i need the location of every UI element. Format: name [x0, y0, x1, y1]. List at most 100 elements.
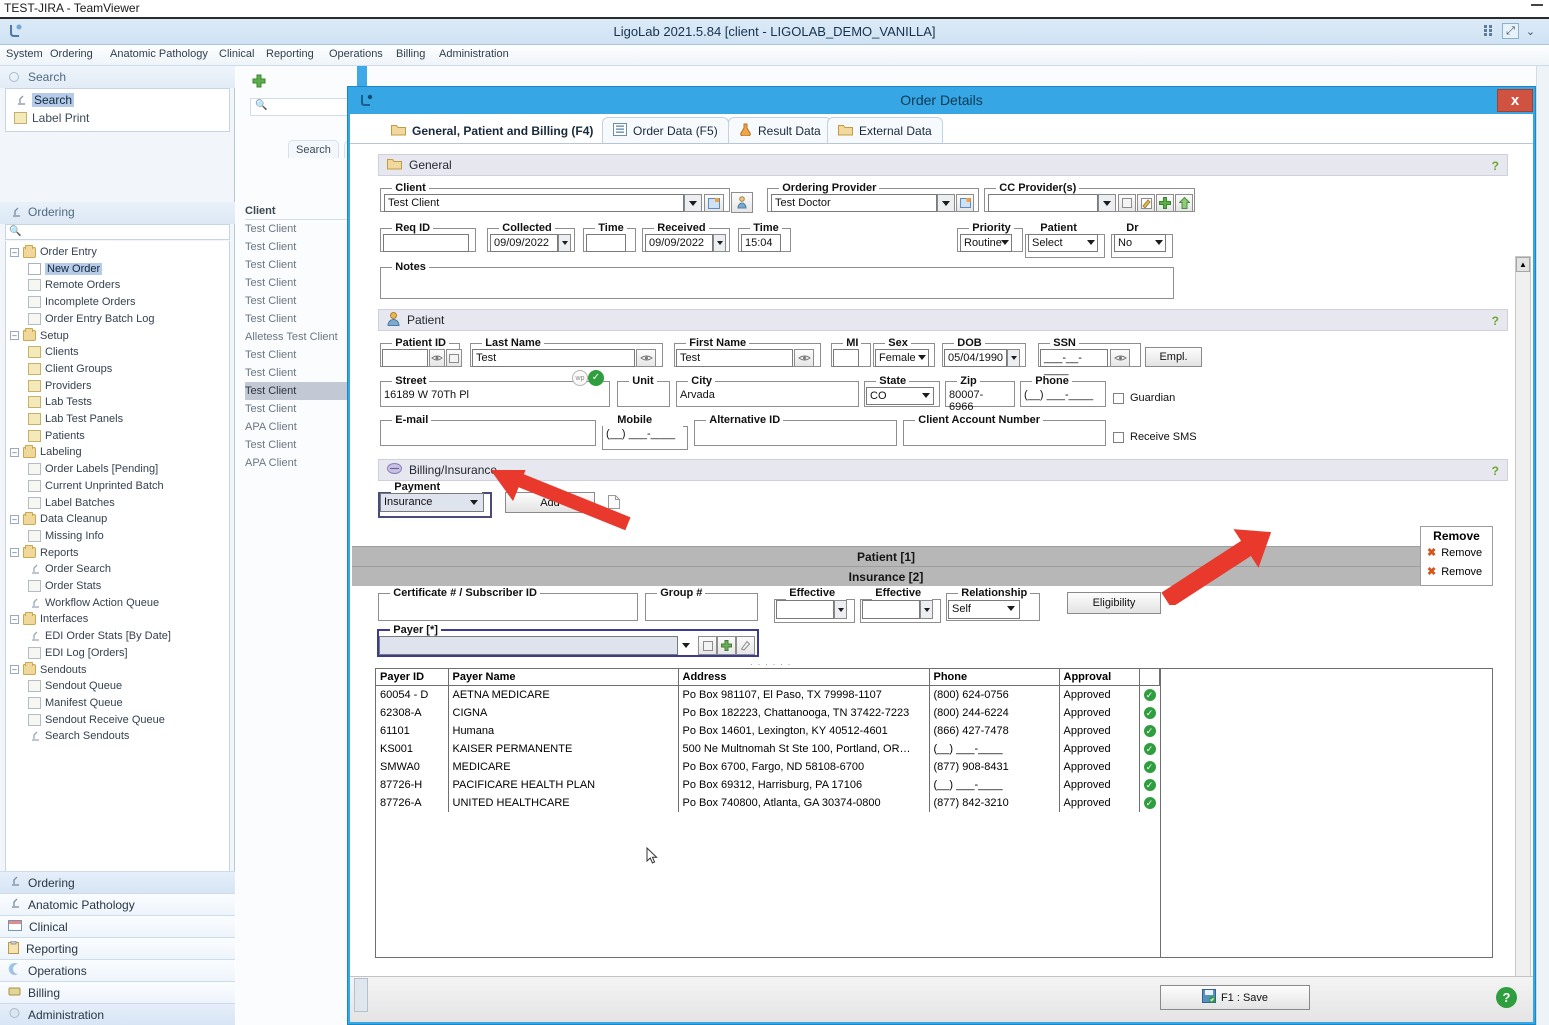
last-name-mask-icon[interactable] — [636, 349, 656, 367]
tree-item-interfaces[interactable]: – Interfaces — [10, 611, 88, 625]
ordering-provider-input[interactable]: Test Doctor — [771, 194, 937, 212]
sex-dropdown-arrow[interactable] — [918, 355, 926, 360]
add-button[interactable]: Add — [505, 492, 595, 513]
client-row[interactable]: Test Client — [245, 310, 353, 328]
payer-select[interactable] — [379, 636, 678, 655]
priority-dropdown-arrow[interactable] — [1001, 240, 1009, 245]
payer-column-header[interactable]: Address — [678, 669, 930, 686]
help-marker[interactable]: ? — [1492, 159, 1499, 173]
client-row[interactable]: Test Client — [245, 364, 353, 382]
restore-icon[interactable]: ⤢ — [1502, 23, 1519, 39]
patient-id-lookup-icon[interactable] — [446, 349, 462, 367]
expand-toggle-icon[interactable]: – — [10, 331, 19, 340]
menu-ordering[interactable]: Ordering — [50, 48, 93, 60]
tab-result-data[interactable]: Result Data — [728, 117, 832, 143]
tree-item-new-order[interactable]: New Order — [28, 262, 103, 275]
first-name-input[interactable]: Test — [676, 349, 793, 367]
client-row[interactable]: Test Client — [245, 292, 353, 310]
menu-billing[interactable]: Billing — [396, 48, 425, 60]
tree-item-edi-log-orders[interactable]: EDI Log [Orders] — [28, 646, 128, 659]
scroll-up-arrow[interactable]: ▲ — [1516, 257, 1530, 272]
help-marker[interactable]: ? — [1492, 464, 1499, 478]
tree-item-setup[interactable]: – Setup — [10, 328, 69, 342]
payer-copy-icon[interactable] — [698, 636, 717, 655]
guardian-checkbox[interactable] — [1113, 393, 1124, 404]
group-number-input[interactable] — [646, 600, 752, 619]
tree-item-lab-test-panels[interactable]: Lab Test Panels — [28, 413, 123, 425]
client-row[interactable]: Test Client — [245, 382, 353, 400]
client-input[interactable]: Test Client — [384, 194, 684, 212]
ordering-provider-dropdown-arrow[interactable] — [937, 194, 955, 212]
client-row[interactable]: Test Client — [245, 436, 353, 454]
relationship-dropdown-arrow[interactable] — [1007, 606, 1015, 611]
alternative-id-input[interactable] — [695, 426, 891, 444]
collected-date-input[interactable]: 09/09/2022 — [490, 234, 558, 252]
payer-column-header[interactable]: Phone — [929, 669, 1060, 686]
tab-general-patient-billing[interactable]: General, Patient and Billing (F4) — [380, 117, 605, 143]
expand-toggle-icon[interactable]: – — [10, 548, 19, 558]
tree-item-edi-order-stats-by-date[interactable]: EDI Order Stats [By Date] — [28, 630, 171, 642]
cc-copy-icon[interactable] — [1118, 194, 1136, 212]
module-ordering[interactable]: Ordering — [0, 871, 235, 893]
client-row[interactable]: Test Client — [245, 256, 353, 274]
received-time-input[interactable]: 15:04 — [741, 234, 781, 252]
tree-item-reports[interactable]: – Reports — [10, 545, 79, 559]
help-marker[interactable]: ? — [1492, 314, 1499, 328]
last-name-input[interactable]: Test — [472, 349, 635, 367]
payer-table-row[interactable]: 87726-A UNITED HEALTHCARE Po Box 740800, A… — [376, 793, 1160, 812]
effective-from-input[interactable] — [776, 600, 834, 619]
dob-dropdown-arrow[interactable] — [1007, 349, 1020, 367]
billing-row-insurance[interactable]: Insurance [2] — [352, 566, 1420, 586]
city-input[interactable]: Arvada — [677, 387, 853, 405]
tree-item-search-sendouts[interactable]: Search Sendouts — [28, 730, 129, 742]
cc-edit-icon[interactable] — [1137, 194, 1155, 212]
phone-input[interactable]: (__) ___-____ — [1021, 387, 1101, 405]
effective-to-dropdown-arrow[interactable] — [920, 600, 933, 619]
payer-dropdown-arrow[interactable] — [682, 643, 690, 648]
mobile-phone-input[interactable]: (__) ___-____ — [603, 426, 683, 444]
tree-item-order-labels-pending[interactable]: Order Labels [Pending] — [28, 463, 158, 476]
expand-toggle-icon[interactable]: – — [10, 665, 19, 674]
tree-item-remote-orders[interactable]: Remote Orders — [28, 279, 120, 292]
tree-item-sendout-queue[interactable]: Sendout Queue — [28, 680, 122, 693]
client-dropdown-arrow[interactable] — [684, 194, 702, 212]
tree-item-sendout-receive-queue[interactable]: Sendout Receive Queue — [28, 713, 165, 726]
ssn-input[interactable]: ___-__-____ — [1040, 349, 1108, 376]
nav-item-search[interactable]: Search — [14, 93, 75, 107]
certificate-input[interactable] — [379, 600, 632, 619]
module-anatomic-pathology[interactable]: Anatomic Pathology — [0, 893, 235, 915]
payer-table-row[interactable]: 87726-H PACIFICARE HEALTH PLAN Po Box 6931… — [376, 775, 1160, 794]
payer-table-row[interactable]: 62308-A CIGNA Po Box 182223, Chattanooga, … — [376, 703, 1160, 722]
grid-icon[interactable] — [1482, 23, 1499, 39]
menu-reporting[interactable]: Reporting — [266, 48, 314, 60]
tree-item-order-entry[interactable]: – Order Entry — [10, 244, 97, 258]
tree-item-order-search[interactable]: Order Search — [28, 563, 111, 575]
payer-table-row[interactable]: SMWA0 MEDICARE Po Box 6700, Fargo, ND 5810… — [376, 757, 1160, 776]
tree-item-missing-info[interactable]: Missing Info — [28, 529, 104, 542]
help-icon[interactable]: ? — [1496, 987, 1517, 1008]
tab-external-data[interactable]: External Data — [827, 117, 943, 143]
effective-from-dropdown-arrow[interactable] — [834, 600, 847, 619]
client-lookup-icon[interactable] — [704, 194, 724, 212]
client-row[interactable]: Test Client — [245, 238, 353, 256]
patient-id-input[interactable] — [382, 349, 428, 367]
workspace-tab-search[interactable]: Search — [288, 140, 339, 158]
collected-date-dropdown-arrow[interactable] — [558, 234, 571, 252]
ordering-section-header[interactable]: Ordering — [0, 202, 235, 224]
tree-filter-input[interactable]: 🔍 — [5, 224, 230, 240]
expand-toggle-icon[interactable]: – — [10, 247, 19, 257]
tree-item-order-entry-batch-log[interactable]: Order Entry Batch Log — [28, 312, 154, 325]
save-button[interactable]: F1 : Save — [1160, 985, 1310, 1010]
client-row[interactable]: APA Client — [245, 454, 353, 472]
email-input[interactable] — [381, 426, 590, 444]
cc-add-icon[interactable] — [1156, 194, 1174, 212]
tree-item-labeling[interactable]: – Labeling — [10, 444, 82, 458]
expand-toggle-icon[interactable]: – — [10, 514, 19, 524]
mi-input[interactable] — [833, 349, 859, 367]
menu-operations[interactable]: Operations — [329, 48, 383, 60]
dialog-scrollbar[interactable]: ▲ ▼ — [1515, 256, 1531, 999]
employer-button[interactable]: Empl. — [1145, 347, 1202, 367]
req-id-input[interactable] — [383, 234, 469, 252]
patient-class-dropdown-arrow[interactable] — [1087, 240, 1095, 245]
tree-item-incomplete-orders[interactable]: Incomplete Orders — [28, 296, 135, 309]
